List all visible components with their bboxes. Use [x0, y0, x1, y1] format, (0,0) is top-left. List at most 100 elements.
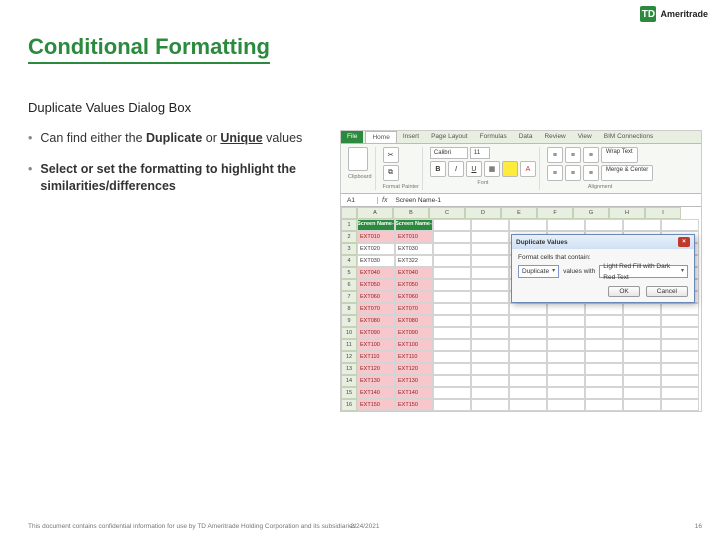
cell[interactable] — [547, 399, 585, 411]
name-box[interactable]: A1 — [341, 197, 378, 204]
cell[interactable] — [585, 339, 623, 351]
ribbon-tab-insert[interactable]: Insert — [397, 131, 425, 143]
col-header[interactable]: E — [501, 207, 537, 219]
cell[interactable] — [433, 303, 471, 315]
fill-color-icon[interactable] — [502, 161, 518, 177]
cell[interactable] — [585, 303, 623, 315]
cell[interactable] — [661, 303, 699, 315]
cell[interactable] — [623, 339, 661, 351]
cell[interactable]: EXT130 — [395, 375, 433, 387]
cell[interactable] — [471, 387, 509, 399]
cell[interactable] — [661, 315, 699, 327]
row-header[interactable]: 10 — [341, 327, 357, 339]
row-header[interactable]: 4 — [341, 255, 357, 267]
cell[interactable] — [433, 399, 471, 411]
cell[interactable] — [471, 267, 509, 279]
cell[interactable] — [471, 375, 509, 387]
cell[interactable] — [471, 291, 509, 303]
cell[interactable]: EXT080 — [395, 315, 433, 327]
cell[interactable] — [661, 351, 699, 363]
cell[interactable]: Screen Name-2 — [395, 219, 433, 231]
cell[interactable] — [471, 315, 509, 327]
cell[interactable] — [509, 363, 547, 375]
cell[interactable] — [509, 315, 547, 327]
row-header[interactable]: 14 — [341, 375, 357, 387]
cell[interactable] — [509, 219, 547, 231]
format-painter-label[interactable]: Format Painter — [383, 184, 419, 190]
cell[interactable] — [623, 363, 661, 375]
row-header[interactable]: 2 — [341, 231, 357, 243]
cell[interactable]: EXT050 — [357, 279, 395, 291]
cell[interactable] — [661, 327, 699, 339]
cell[interactable]: EXT060 — [395, 291, 433, 303]
underline-icon[interactable]: U — [466, 161, 482, 177]
cell[interactable] — [471, 351, 509, 363]
cell[interactable]: EXT060 — [357, 291, 395, 303]
cell[interactable] — [471, 255, 509, 267]
cell[interactable]: EXT030 — [395, 243, 433, 255]
col-header[interactable]: D — [465, 207, 501, 219]
cell[interactable]: EXT070 — [357, 303, 395, 315]
align-left-icon[interactable]: ≡ — [547, 165, 563, 181]
font-color-icon[interactable]: A — [520, 161, 536, 177]
cell[interactable]: EXT110 — [357, 351, 395, 363]
cell[interactable] — [623, 327, 661, 339]
col-header[interactable]: F — [537, 207, 573, 219]
cell[interactable] — [661, 219, 699, 231]
cell[interactable] — [433, 243, 471, 255]
cell[interactable]: EXT100 — [357, 339, 395, 351]
cell[interactable]: EXT090 — [357, 327, 395, 339]
cell[interactable] — [623, 351, 661, 363]
col-header[interactable]: C — [429, 207, 465, 219]
cell[interactable] — [509, 351, 547, 363]
cell[interactable] — [509, 375, 547, 387]
cell[interactable]: EXT130 — [357, 375, 395, 387]
align-bot-icon[interactable]: ≡ — [583, 147, 599, 163]
cell[interactable] — [623, 315, 661, 327]
cell[interactable]: EXT110 — [395, 351, 433, 363]
font-name-select[interactable]: Calibri — [430, 147, 468, 159]
cell[interactable] — [433, 387, 471, 399]
cell[interactable]: EXT150 — [357, 399, 395, 411]
copy-icon[interactable]: ⧉ — [383, 165, 399, 181]
wrap-text-button[interactable]: Wrap Text — [601, 147, 638, 163]
row-header[interactable]: 7 — [341, 291, 357, 303]
row-header[interactable]: 13 — [341, 363, 357, 375]
align-center-icon[interactable]: ≡ — [565, 165, 581, 181]
cell[interactable] — [623, 387, 661, 399]
cell[interactable] — [433, 363, 471, 375]
ribbon-tab-data[interactable]: Data — [513, 131, 539, 143]
cell[interactable] — [433, 279, 471, 291]
cell[interactable]: EXT010 — [357, 231, 395, 243]
col-header[interactable]: I — [645, 207, 681, 219]
row-header[interactable]: 1 — [341, 219, 357, 231]
cell[interactable] — [661, 363, 699, 375]
cell[interactable] — [433, 327, 471, 339]
cell[interactable] — [471, 231, 509, 243]
cell[interactable]: EXT030 — [357, 255, 395, 267]
ribbon-tab-page-layout[interactable]: Page Layout — [425, 131, 474, 143]
cell[interactable] — [509, 387, 547, 399]
cell[interactable]: EXT140 — [395, 387, 433, 399]
cell[interactable] — [433, 231, 471, 243]
row-header[interactable]: 15 — [341, 387, 357, 399]
cell[interactable] — [433, 291, 471, 303]
cell[interactable]: EXT040 — [357, 267, 395, 279]
cell[interactable]: EXT070 — [395, 303, 433, 315]
cell[interactable] — [547, 327, 585, 339]
cell[interactable]: EXT120 — [357, 363, 395, 375]
col-header[interactable]: G — [573, 207, 609, 219]
cell[interactable]: EXT100 — [395, 339, 433, 351]
cell[interactable] — [585, 387, 623, 399]
ribbon-tab-review[interactable]: Review — [538, 131, 571, 143]
cell[interactable] — [471, 303, 509, 315]
cell[interactable] — [585, 399, 623, 411]
cell[interactable] — [623, 375, 661, 387]
ribbon-tab-view[interactable]: View — [572, 131, 598, 143]
formula-content[interactable]: Screen Name-1 — [391, 197, 445, 204]
cell[interactable] — [547, 387, 585, 399]
cell[interactable] — [547, 339, 585, 351]
cell[interactable] — [585, 327, 623, 339]
cell[interactable]: EXT322 — [395, 255, 433, 267]
col-header[interactable]: A — [357, 207, 393, 219]
